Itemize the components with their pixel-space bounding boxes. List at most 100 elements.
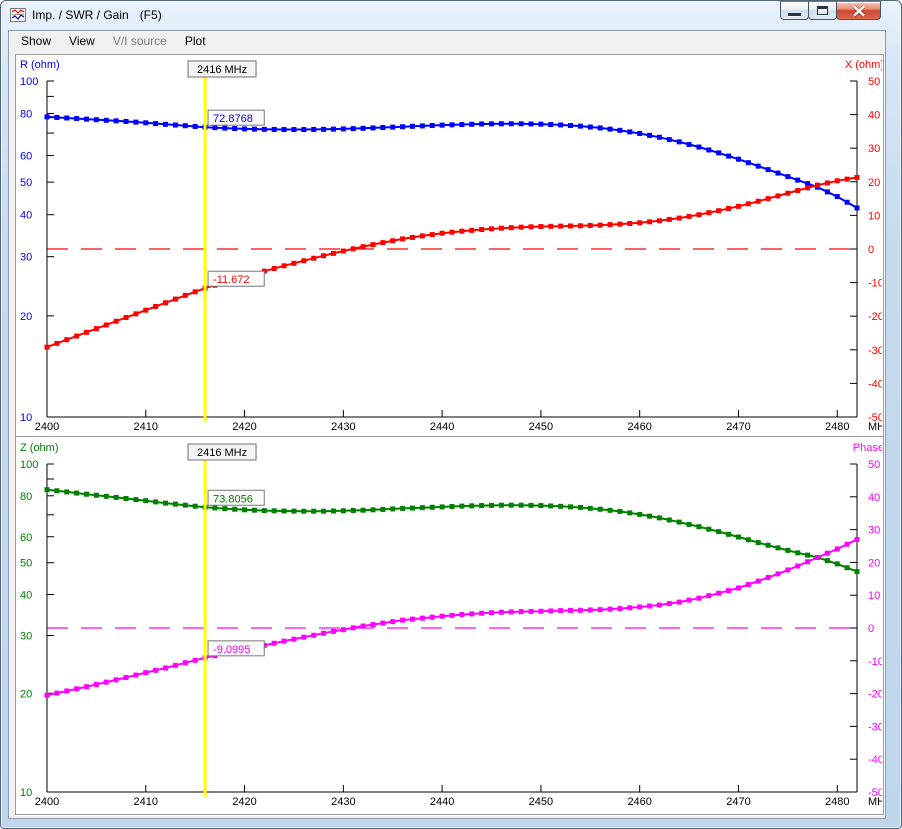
svg-text:2470: 2470 bbox=[726, 796, 750, 808]
svg-text:2450: 2450 bbox=[529, 421, 553, 433]
svg-text:40: 40 bbox=[868, 492, 880, 504]
menu-item-v-i-source: V/I source bbox=[104, 31, 176, 52]
series-x-line bbox=[47, 177, 857, 347]
x-axis-unit: MHz bbox=[868, 796, 882, 808]
svg-text:-40: -40 bbox=[868, 754, 882, 766]
svg-text:2480: 2480 bbox=[825, 796, 849, 808]
svg-text:80: 80 bbox=[20, 491, 32, 503]
menubar: ShowViewV/I sourcePlot bbox=[9, 31, 885, 53]
svg-text:2480: 2480 bbox=[825, 421, 849, 433]
svg-text:-30: -30 bbox=[868, 345, 882, 357]
svg-text:-10: -10 bbox=[868, 656, 882, 668]
series-r-line bbox=[47, 117, 857, 208]
series-phase-markers bbox=[45, 537, 860, 698]
svg-text:40: 40 bbox=[868, 110, 880, 122]
titlebar[interactable]: Imp. / SWR / Gain(F5) bbox=[1, 1, 901, 30]
client-area: ShowViewV/I sourcePlot 10080605040302010… bbox=[8, 30, 886, 819]
cursor-readout-x: -11.672 bbox=[208, 271, 264, 286]
svg-text:2440: 2440 bbox=[430, 796, 454, 808]
svg-text:30: 30 bbox=[868, 525, 880, 537]
svg-text:50: 50 bbox=[20, 558, 32, 570]
maximize-icon bbox=[817, 6, 828, 15]
svg-text:100: 100 bbox=[20, 76, 38, 88]
svg-text:2410: 2410 bbox=[134, 421, 158, 433]
svg-text:-11.672: -11.672 bbox=[213, 274, 250, 286]
cursor-frequency-label: 2416 MHz bbox=[188, 444, 256, 460]
impedance-r-x-chart[interactable]: 10080605040302010R (ohm)-50-40-30-20-100… bbox=[16, 55, 883, 436]
cursor-readout-r: 72.8768 bbox=[208, 110, 264, 125]
window-title-hotkey: (F5) bbox=[140, 8, 162, 22]
menu-item-plot[interactable]: Plot bbox=[176, 31, 215, 52]
impedance-r-x-plot: 10080605040302010R (ohm)-50-40-30-20-100… bbox=[16, 55, 882, 436]
series-z-line bbox=[47, 490, 857, 572]
right-axis-title: X (ohm) bbox=[845, 59, 882, 71]
series-z-markers bbox=[45, 487, 860, 574]
maximize-button[interactable] bbox=[808, 1, 837, 20]
svg-text:2440: 2440 bbox=[430, 421, 454, 433]
minimize-icon bbox=[788, 13, 801, 16]
svg-text:50: 50 bbox=[868, 76, 880, 88]
chart-panel: 10080605040302010R (ohm)-50-40-30-20-100… bbox=[15, 54, 884, 815]
svg-text:2416 MHz: 2416 MHz bbox=[197, 64, 247, 76]
svg-text:2430: 2430 bbox=[331, 796, 355, 808]
svg-text:2420: 2420 bbox=[232, 421, 256, 433]
svg-text:30: 30 bbox=[868, 143, 880, 155]
svg-text:10: 10 bbox=[20, 787, 32, 799]
svg-text:80: 80 bbox=[20, 109, 32, 121]
svg-text:30: 30 bbox=[20, 252, 32, 264]
series-x-markers bbox=[45, 175, 860, 350]
svg-text:20: 20 bbox=[868, 557, 880, 569]
svg-text:100: 100 bbox=[20, 459, 38, 471]
svg-text:50: 50 bbox=[20, 177, 32, 189]
svg-text:0: 0 bbox=[868, 244, 874, 256]
minimize-button[interactable] bbox=[780, 1, 809, 20]
svg-text:60: 60 bbox=[20, 151, 32, 163]
close-icon bbox=[852, 5, 866, 17]
svg-text:60: 60 bbox=[20, 532, 32, 544]
right-axis-title: Phase bbox=[853, 442, 882, 454]
svg-text:2400: 2400 bbox=[35, 421, 59, 433]
svg-text:-20: -20 bbox=[868, 311, 882, 323]
svg-text:2420: 2420 bbox=[232, 796, 256, 808]
svg-text:40: 40 bbox=[20, 590, 32, 602]
svg-text:20: 20 bbox=[868, 177, 880, 189]
window-controls bbox=[781, 1, 881, 20]
menu-item-view[interactable]: View bbox=[60, 31, 104, 52]
svg-text:0: 0 bbox=[868, 623, 874, 635]
svg-text:20: 20 bbox=[20, 311, 32, 323]
left-axis-title: Z (ohm) bbox=[20, 442, 59, 454]
magnitude-phase-chart[interactable]: 10080605040302010Z (ohm)-50-40-30-20-100… bbox=[16, 438, 883, 814]
svg-text:2470: 2470 bbox=[726, 421, 750, 433]
svg-text:10: 10 bbox=[868, 590, 880, 602]
svg-text:72.8768: 72.8768 bbox=[213, 113, 253, 125]
svg-text:10: 10 bbox=[868, 210, 880, 222]
close-button[interactable] bbox=[836, 1, 881, 20]
left-axis-title: R (ohm) bbox=[20, 59, 60, 71]
svg-text:20: 20 bbox=[20, 688, 32, 700]
svg-text:30: 30 bbox=[20, 631, 32, 643]
svg-text:2410: 2410 bbox=[134, 796, 158, 808]
svg-text:73.8056: 73.8056 bbox=[213, 493, 253, 505]
svg-text:-10: -10 bbox=[868, 278, 882, 290]
menu-item-show[interactable]: Show bbox=[12, 31, 60, 52]
app-icon bbox=[10, 7, 26, 23]
svg-text:2400: 2400 bbox=[35, 796, 59, 808]
app-window: Imp. / SWR / Gain(F5) ShowViewV/I source… bbox=[0, 0, 902, 829]
svg-text:-30: -30 bbox=[868, 721, 882, 733]
series-r-markers bbox=[45, 114, 860, 210]
svg-text:10: 10 bbox=[20, 412, 32, 424]
magnitude-phase-plot: 10080605040302010Z (ohm)-50-40-30-20-100… bbox=[16, 438, 882, 814]
cursor-readout-phase: -9.0995 bbox=[208, 641, 264, 656]
cursor-readout-z: 73.8056 bbox=[208, 490, 264, 505]
svg-text:-9.0995: -9.0995 bbox=[213, 644, 250, 656]
cursor-frequency-label: 2416 MHz bbox=[188, 61, 256, 77]
svg-text:-20: -20 bbox=[868, 689, 882, 701]
svg-text:2416 MHz: 2416 MHz bbox=[197, 447, 247, 459]
svg-text:50: 50 bbox=[868, 459, 880, 471]
svg-text:2460: 2460 bbox=[627, 421, 651, 433]
svg-text:2450: 2450 bbox=[529, 796, 553, 808]
svg-text:40: 40 bbox=[20, 210, 32, 222]
window-title: Imp. / SWR / Gain(F5) bbox=[32, 8, 162, 22]
x-axis-unit: MHz bbox=[868, 421, 882, 433]
svg-text:-40: -40 bbox=[868, 378, 882, 390]
